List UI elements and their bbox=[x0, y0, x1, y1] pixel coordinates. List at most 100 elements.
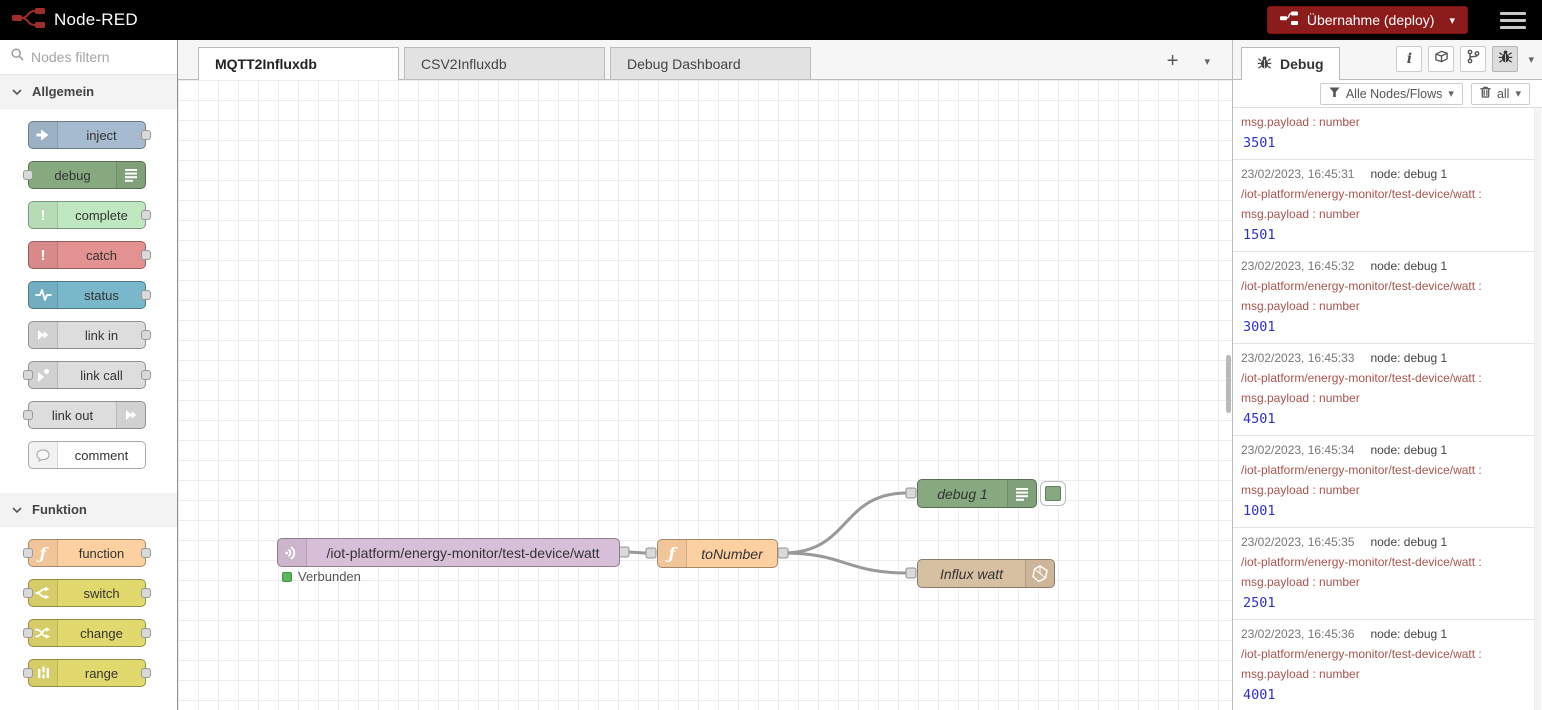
deploy-caret-icon[interactable]: ▾ bbox=[1449, 14, 1455, 27]
input-port[interactable] bbox=[23, 588, 33, 598]
mqtt-signal-icon bbox=[278, 539, 307, 566]
canvas-node-tonumber[interactable]: ƒ toNumber bbox=[657, 539, 778, 568]
palette-node-comment[interactable]: comment bbox=[28, 441, 146, 469]
deploy-button[interactable]: Übernahme (deploy) ▾ bbox=[1267, 6, 1468, 34]
palette-node-inject[interactable]: inject bbox=[28, 121, 146, 149]
comment-bubble-icon bbox=[29, 442, 58, 468]
message-timestamp: 23/02/2023, 16:45:33 bbox=[1241, 351, 1354, 365]
palette-node-debug[interactable]: debug bbox=[28, 161, 146, 189]
flow-list-caret-icon[interactable]: ▾ bbox=[1204, 55, 1210, 68]
exclamation-icon: ! bbox=[29, 202, 58, 228]
pulse-icon bbox=[29, 282, 58, 308]
debug-filter-button[interactable]: Alle Nodes/Flows ▾ bbox=[1320, 83, 1463, 105]
debug-message: 23/02/2023, 16:45:31 node: debug 1 /iot-… bbox=[1233, 160, 1534, 252]
debug-message-list[interactable]: msg.payload : number 3501 23/02/2023, 16… bbox=[1233, 108, 1542, 710]
message-timestamp: 23/02/2023, 16:45:35 bbox=[1241, 535, 1354, 549]
search-input[interactable] bbox=[31, 49, 161, 65]
link-arrow-icon bbox=[116, 402, 145, 428]
output-port[interactable] bbox=[141, 548, 151, 558]
message-node: node: debug 1 bbox=[1370, 351, 1447, 365]
debug-lines-icon bbox=[1007, 480, 1036, 507]
palette-search bbox=[0, 40, 177, 75]
output-port[interactable] bbox=[141, 330, 151, 340]
function-output-port[interactable] bbox=[778, 548, 788, 558]
input-port[interactable] bbox=[23, 370, 33, 380]
flow-canvas[interactable]: /iot-platform/energy-monitor/test-device… bbox=[178, 80, 1232, 710]
debug-scrollbar-track[interactable] bbox=[1534, 108, 1541, 710]
debug-input-port[interactable] bbox=[906, 488, 916, 498]
canvas-node-debug-1[interactable]: debug 1 bbox=[917, 479, 1037, 508]
switch-branch-icon bbox=[29, 580, 58, 606]
palette-category-allgemein[interactable]: Allgemein bbox=[0, 75, 177, 109]
function-f-icon: ƒ bbox=[658, 540, 687, 567]
output-port[interactable] bbox=[141, 370, 151, 380]
influx-input-port[interactable] bbox=[906, 568, 916, 578]
debug-tab-button[interactable] bbox=[1492, 46, 1518, 72]
output-port[interactable] bbox=[141, 588, 151, 598]
canvas-vertical-scrollbar[interactable] bbox=[1226, 355, 1231, 413]
palette-node-status[interactable]: status bbox=[28, 281, 146, 309]
palette-node-complete[interactable]: ! complete bbox=[28, 201, 146, 229]
message-node: node: debug 1 bbox=[1370, 259, 1447, 273]
exclamation-icon: ! bbox=[29, 242, 58, 268]
debug-toolbar: Alle Nodes/Flows ▾ all ▾ bbox=[1233, 80, 1542, 108]
palette-node-range[interactable]: range bbox=[28, 659, 146, 687]
menu-icon[interactable] bbox=[1496, 8, 1530, 33]
function-input-port[interactable] bbox=[646, 548, 656, 558]
sidebar-header: Debug i bbox=[1233, 40, 1542, 80]
palette-node-switch[interactable]: switch bbox=[28, 579, 146, 607]
book-icon bbox=[1434, 49, 1449, 69]
output-port[interactable] bbox=[141, 628, 151, 638]
palette-node-catch[interactable]: ! catch bbox=[28, 241, 146, 269]
canvas-node-mqtt-in[interactable]: /iot-platform/energy-monitor/test-device… bbox=[277, 538, 620, 567]
wire-function-to-influx[interactable] bbox=[783, 553, 907, 573]
debug-message: 23/02/2023, 16:45:35 node: debug 1 /iot-… bbox=[1233, 528, 1534, 620]
sidebar-caret-icon[interactable]: ▾ bbox=[1528, 53, 1534, 66]
input-port[interactable] bbox=[23, 668, 33, 678]
output-port[interactable] bbox=[141, 668, 151, 678]
help-tab-button[interactable] bbox=[1428, 46, 1454, 72]
canvas-node-influx-watt[interactable]: Influx watt bbox=[917, 559, 1055, 588]
output-port[interactable] bbox=[141, 250, 151, 260]
output-port[interactable] bbox=[141, 290, 151, 300]
palette-node-change[interactable]: change bbox=[28, 619, 146, 647]
debug-clear-button[interactable]: all ▾ bbox=[1471, 83, 1530, 105]
app-title: Node-RED bbox=[54, 10, 138, 30]
node-red-app: Node-RED Übernahme (deploy) ▾ bbox=[0, 0, 1542, 710]
output-port[interactable] bbox=[141, 210, 151, 220]
palette-node-link-call[interactable]: link call bbox=[28, 361, 146, 389]
input-port[interactable] bbox=[23, 548, 33, 558]
message-timestamp: 23/02/2023, 16:45:31 bbox=[1241, 167, 1354, 181]
context-tab-button[interactable] bbox=[1460, 46, 1486, 72]
wire-function-to-debug[interactable] bbox=[783, 493, 907, 553]
chevron-down-icon bbox=[12, 84, 22, 99]
sidebar-tab-debug[interactable]: Debug bbox=[1241, 47, 1340, 80]
input-port[interactable] bbox=[23, 170, 33, 180]
debug-message: 23/02/2023, 16:45:32 node: debug 1 /iot-… bbox=[1233, 252, 1534, 344]
message-timestamp: 23/02/2023, 16:45:36 bbox=[1241, 627, 1354, 641]
palette-node-link-out[interactable]: link out bbox=[28, 401, 146, 429]
palette-node-link-in[interactable]: link in bbox=[28, 321, 146, 349]
debug-sidebar: Debug i bbox=[1232, 40, 1542, 710]
palette-category-funktion[interactable]: Funktion bbox=[0, 493, 177, 527]
filter-caret-icon: ▾ bbox=[1448, 87, 1454, 100]
output-port[interactable] bbox=[141, 130, 151, 140]
info-tab-button[interactable]: i bbox=[1396, 46, 1422, 72]
tab-csv2influxdb[interactable]: CSV2Influxdb bbox=[404, 47, 605, 79]
range-bars-icon bbox=[29, 660, 58, 686]
add-flow-button[interactable]: + bbox=[1167, 51, 1179, 71]
deploy-label: Übernahme (deploy) bbox=[1307, 12, 1435, 28]
message-timestamp: 23/02/2023, 16:45:34 bbox=[1241, 443, 1354, 457]
message-node: node: debug 1 bbox=[1370, 627, 1447, 641]
input-port[interactable] bbox=[23, 410, 33, 420]
input-port[interactable] bbox=[23, 628, 33, 638]
brand: Node-RED bbox=[12, 6, 138, 35]
trash-icon bbox=[1480, 86, 1491, 101]
tab-debug-dashboard[interactable]: Debug Dashboard bbox=[610, 47, 811, 79]
chevron-down-icon bbox=[12, 502, 22, 517]
mqtt-output-port[interactable] bbox=[619, 547, 629, 557]
palette-node-function[interactable]: ƒ function bbox=[28, 539, 146, 567]
debug-enable-toggle[interactable] bbox=[1040, 481, 1066, 506]
tab-mqtt2influxdb[interactable]: MQTT2Influxdb bbox=[198, 47, 399, 80]
link-call-icon bbox=[29, 362, 58, 388]
